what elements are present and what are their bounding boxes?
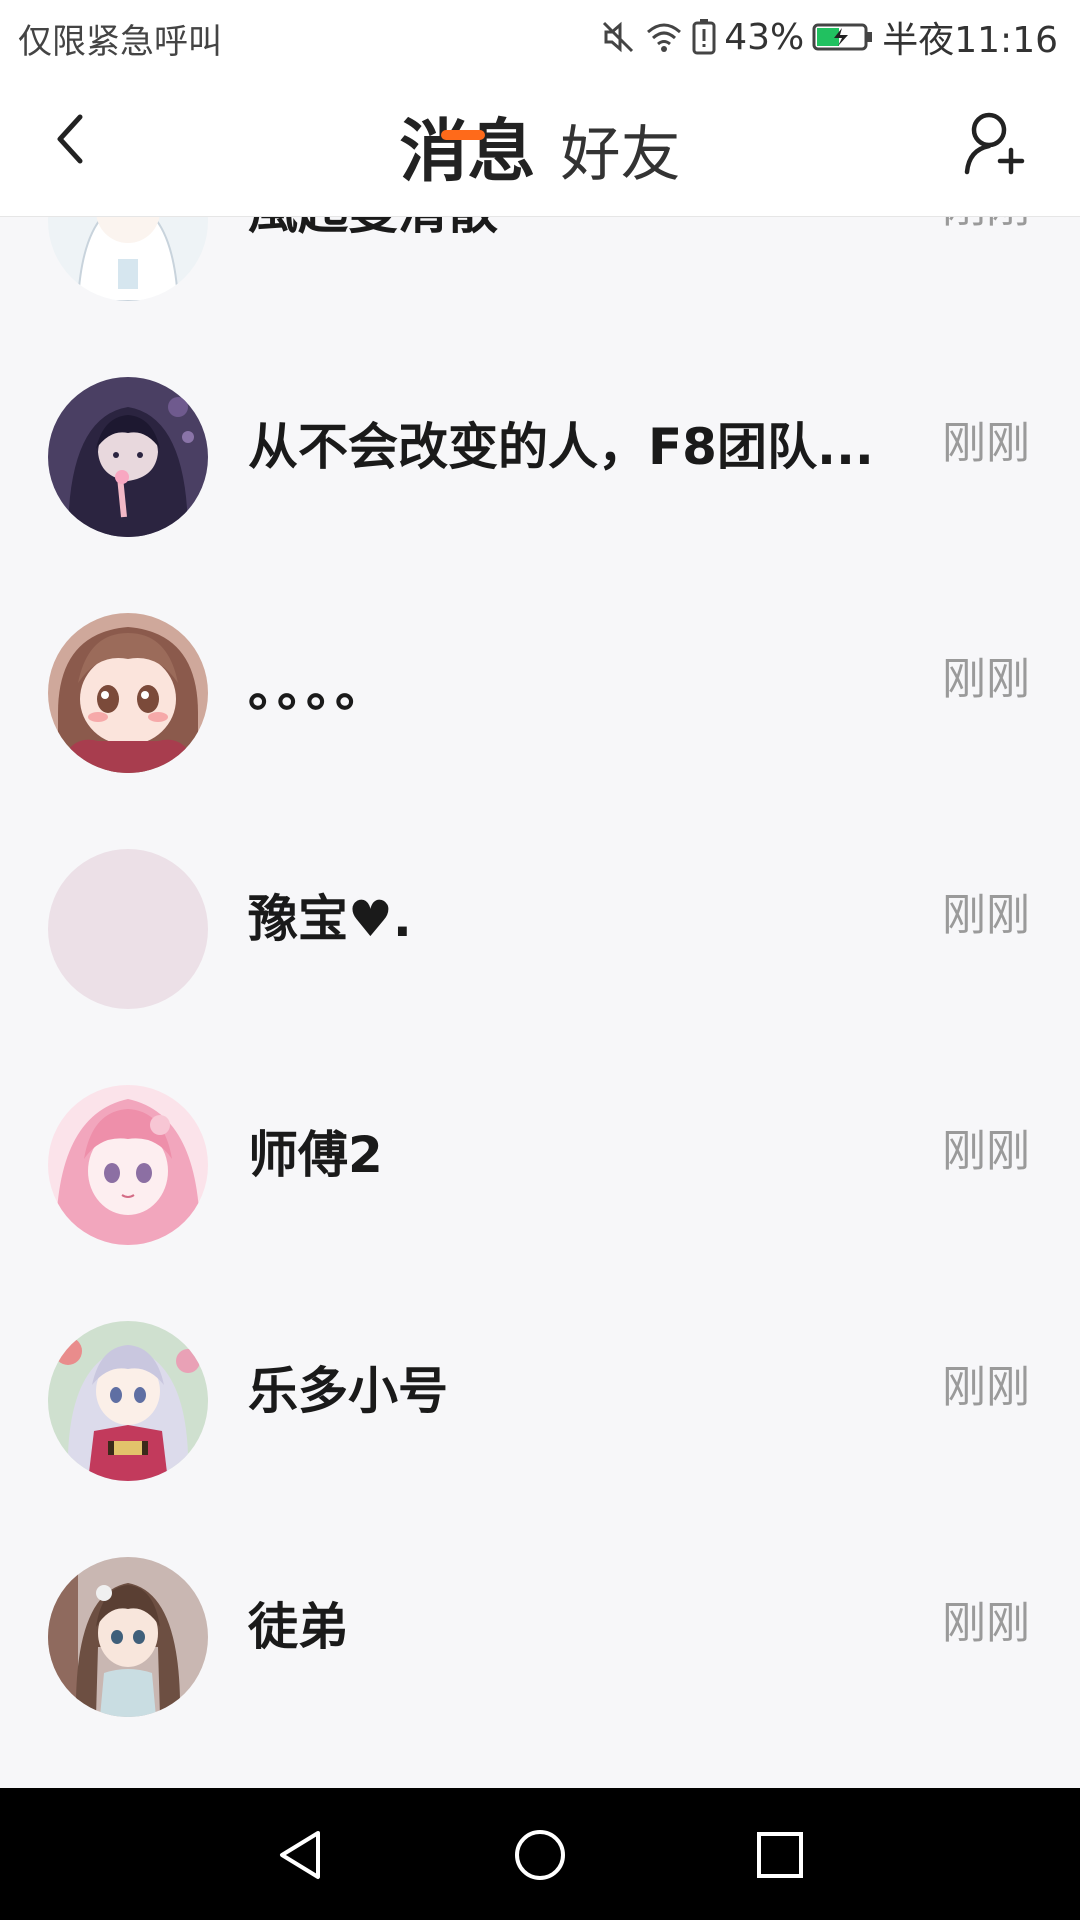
conversation-row[interactable]: 風起曼清散 刚刚 <box>0 216 1080 339</box>
conversation-time: 刚刚 <box>942 654 1030 705</box>
nav-back-button[interactable] <box>260 1818 340 1892</box>
screen: 仅限紧急呼叫 43% 半夜11:16 消息 好友 从不会改变的人，F8团队...… <box>0 0 1080 1920</box>
avatar <box>48 849 208 1009</box>
conversation-name: 豫宝♥. <box>248 890 412 948</box>
nav-home-button[interactable] <box>500 1818 580 1892</box>
app-header: 消息 好友 <box>0 76 1080 217</box>
conversation-row[interactable]: 从不会改变的人，F8团队... 刚刚 <box>0 339 1080 575</box>
wifi-icon <box>644 20 684 54</box>
clock: 半夜11:16 <box>882 20 1058 61</box>
tab-bar: 消息 好友 <box>0 96 1080 195</box>
add-friend-button[interactable] <box>960 108 1030 178</box>
conversation-list[interactable]: 風起曼清散 刚刚 <box>0 216 1080 1788</box>
nav-recents-icon <box>757 1832 803 1878</box>
battery-alert-icon <box>692 19 716 55</box>
conversation-row[interactable]: 乐多小号 刚刚 <box>0 1283 1080 1519</box>
conversation-name: 乐多小号 <box>248 1362 448 1420</box>
conversation-time: 刚刚 <box>942 1126 1030 1177</box>
avatar <box>48 377 208 537</box>
avatar <box>48 1085 208 1245</box>
nav-back-icon <box>280 1831 320 1879</box>
conversation-name: 。。。。 <box>248 660 389 718</box>
conversation-name: 風起曼清散 <box>248 216 908 243</box>
battery-percent: 43% <box>724 16 805 58</box>
nav-recents-button[interactable] <box>740 1818 820 1892</box>
active-tab-indicator <box>441 130 485 140</box>
system-nav-bar <box>0 1788 1080 1920</box>
avatar <box>48 216 208 301</box>
conversation-time: 刚刚 <box>942 890 1030 941</box>
conversation-time: 刚刚 <box>942 1362 1030 1413</box>
conversation-time: 刚刚 <box>942 418 1030 469</box>
avatar <box>48 613 208 773</box>
conversation-row[interactable]: 师傅2 刚刚 <box>0 1047 1080 1283</box>
conversation-name: 徒弟 <box>248 1598 348 1656</box>
tab-friends[interactable]: 好友 <box>561 106 681 193</box>
carrier-text: 仅限紧急呼叫 <box>18 22 222 62</box>
battery-charging-icon <box>812 22 874 52</box>
conversation-name: 师傅2 <box>248 1126 383 1184</box>
tab-messages[interactable]: 消息 <box>399 96 535 195</box>
nav-home-icon <box>515 1830 565 1880</box>
avatar <box>48 1557 208 1717</box>
status-icons: 43% 半夜11:16 <box>600 12 1058 62</box>
conversation-time: 刚刚 <box>942 1598 1030 1649</box>
conversation-row[interactable]: 。。。。 刚刚 <box>0 575 1080 811</box>
mute-icon <box>600 19 636 55</box>
conversation-row[interactable]: 豫宝♥. 刚刚 <box>0 811 1080 1047</box>
avatar <box>48 1321 208 1481</box>
conversation-time: 刚刚 <box>942 216 1030 235</box>
conversation-name: 从不会改变的人，F8团队... <box>248 418 874 476</box>
conversation-row[interactable]: 徒弟 刚刚 <box>0 1519 1080 1755</box>
status-bar: 仅限紧急呼叫 43% 半夜11:16 <box>0 0 1080 76</box>
add-user-icon <box>964 112 1025 175</box>
